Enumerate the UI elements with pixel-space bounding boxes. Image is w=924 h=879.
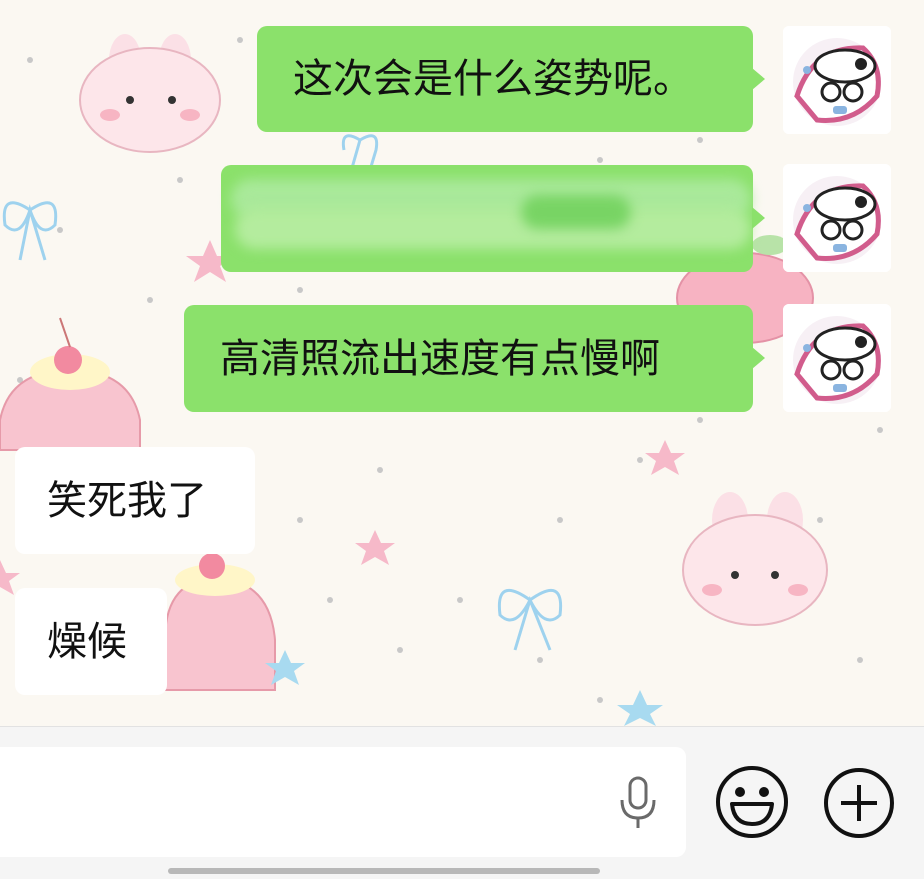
- blue-star-decorations: [265, 650, 663, 726]
- avatar[interactable]: [783, 164, 891, 272]
- message-text: 高清照流出速度有点慢啊: [220, 335, 660, 382]
- avatar-image: [783, 26, 891, 134]
- outgoing-message[interactable]: 高清照流出速度有点慢啊: [184, 305, 765, 412]
- microphone-icon[interactable]: [618, 776, 658, 830]
- avatar-image: [783, 164, 891, 272]
- redaction-blur: [235, 209, 751, 249]
- bunny-sticker-top: [79, 34, 221, 153]
- redaction-blur: [521, 195, 631, 229]
- plus-icon[interactable]: [822, 766, 896, 840]
- incoming-message[interactable]: 燥候: [15, 588, 167, 695]
- message-text: 这次会是什么姿势呢。: [293, 56, 693, 102]
- pudding-sticker-left: [0, 317, 141, 451]
- incoming-message[interactable]: 笑死我了: [15, 447, 255, 554]
- message-text: 燥候: [47, 618, 127, 665]
- avatar-image: [783, 304, 891, 412]
- outgoing-message-redacted[interactable]: [221, 165, 765, 272]
- home-indicator[interactable]: [168, 868, 600, 874]
- avatar[interactable]: [783, 304, 891, 412]
- message-input[interactable]: [0, 747, 686, 857]
- outgoing-message[interactable]: 这次会是什么姿势呢。: [257, 26, 765, 132]
- message-text: 笑死我了: [47, 477, 207, 524]
- avatar[interactable]: [783, 26, 891, 134]
- pudding-sticker-bottom: [164, 553, 276, 691]
- bunny-sticker-right: [682, 492, 828, 626]
- smiley-icon[interactable]: [714, 764, 790, 840]
